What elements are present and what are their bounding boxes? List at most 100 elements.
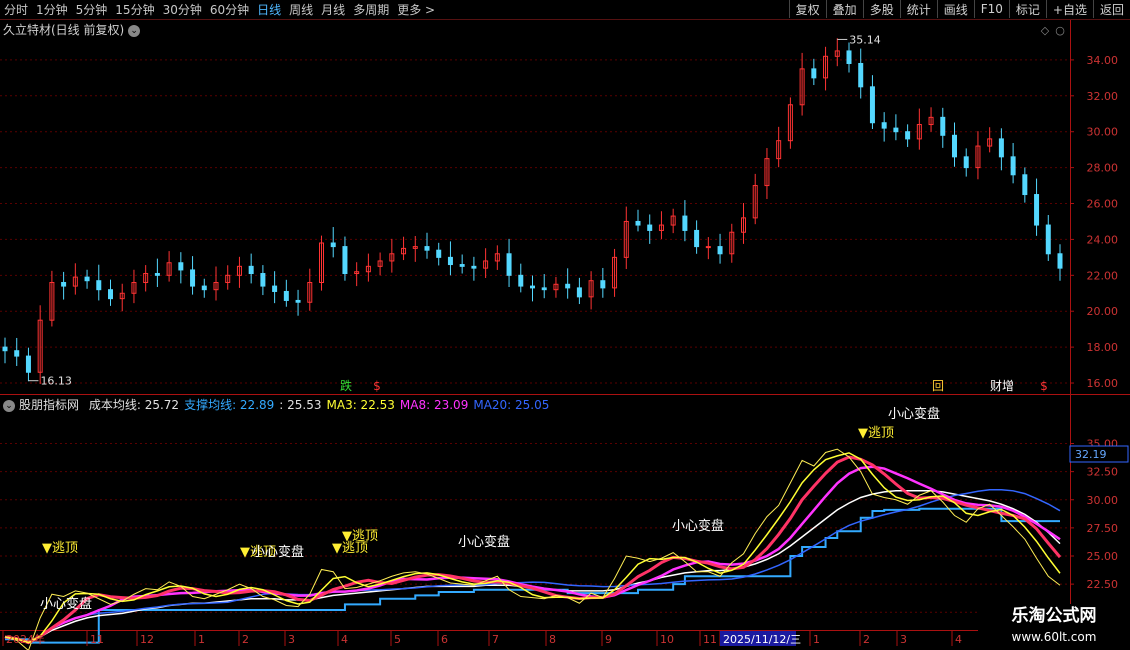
- x-axis-label: 2025/11/12/三: [723, 633, 801, 646]
- candle-body: [1045, 224, 1051, 255]
- candle-body: [471, 265, 477, 269]
- signal-annotation: 小心变盘: [458, 534, 510, 550]
- ma20-line: [4, 488, 1061, 644]
- x-axis-label: 6: [441, 633, 448, 646]
- support-line: [5, 507, 1060, 644]
- candle-body: [342, 246, 348, 275]
- candle-body: [178, 262, 184, 271]
- stock-title-text: 久立特材(日线 前复权): [3, 23, 125, 37]
- x-axis-label: 8: [549, 633, 556, 646]
- watermark-url: www.60lt.com: [1011, 630, 1097, 644]
- event-marker: 回: [932, 379, 944, 393]
- x-axis-label: 5: [394, 633, 401, 646]
- candle-body: [154, 273, 160, 276]
- candle-body: [25, 355, 31, 373]
- candle-body: [717, 246, 723, 255]
- x-axis-label: 9: [605, 633, 612, 646]
- candle-body: [963, 156, 969, 169]
- watermark: 乐淘公式网 www.60lt.com: [978, 604, 1130, 650]
- signal-annotation: 小心变盘: [252, 544, 304, 560]
- candle-body: [1034, 194, 1040, 226]
- candle-body: [893, 127, 899, 133]
- candle-body: [705, 246, 711, 249]
- candle-body: [952, 134, 957, 158]
- signal-annotation: ▼逃顶: [858, 426, 894, 441]
- x-axis-label: 10: [660, 633, 674, 646]
- ma5-ribbon: [4, 455, 1062, 645]
- indicator-tick-label: 22.50: [1087, 578, 1119, 591]
- current-value-label: 32.19: [1075, 448, 1107, 461]
- price-tick-label: 24.00: [1087, 233, 1119, 246]
- x-axis-label: 11: [90, 633, 104, 646]
- price-tick-label: 34.00: [1087, 54, 1119, 67]
- candle-body: [846, 50, 852, 64]
- stock-title: 久立特材(日线 前复权) ⌄: [3, 21, 141, 38]
- x-axis-label: 2: [242, 633, 249, 646]
- price-tick-label: 20.00: [1087, 305, 1119, 318]
- indicator-tick-label: 25.00: [1087, 550, 1119, 563]
- candle-body: [869, 86, 875, 124]
- signal-annotation: 小心变盘: [888, 406, 940, 422]
- chevron-down-icon[interactable]: ⌄: [3, 399, 15, 412]
- price-tick-label: 18.00: [1087, 341, 1119, 354]
- candle-body: [61, 281, 67, 287]
- indicator-legend-item-1: 支撑均线: 22.89: [184, 398, 275, 412]
- indicator-legend-item-4: MA8: 23.09: [399, 398, 469, 412]
- event-marker: 财增: [990, 379, 1014, 393]
- chevron-down-icon[interactable]: ⌄: [128, 24, 141, 37]
- candle-body: [811, 68, 817, 79]
- x-axis-label: 2: [863, 633, 870, 646]
- candle-body: [998, 138, 1004, 158]
- candle-body: [881, 122, 887, 129]
- event-marker: $: [373, 379, 381, 393]
- x-axis-label: 2024年: [6, 632, 45, 646]
- watermark-title: 乐淘公式网: [1011, 606, 1097, 626]
- chart-canvas: 34.00 32.00 30.00 28.00 26.00 24.00 22.00 20.00…: [0, 19, 1130, 650]
- x-axis-label: 3: [900, 633, 907, 646]
- indicator-tick-label: 30.00: [1087, 494, 1119, 507]
- indicator-tick-label: 27.50: [1087, 522, 1119, 535]
- candle-body: [530, 285, 535, 289]
- candle-body: [272, 285, 278, 292]
- candle-body: [84, 276, 90, 282]
- candle-body: [330, 242, 336, 248]
- candle-body: [506, 253, 512, 276]
- candle-body: [905, 131, 911, 140]
- candle-body: [436, 249, 442, 258]
- x-axis-label: 7: [492, 633, 499, 646]
- candle-body: [858, 62, 864, 88]
- price-tick-label: 16.00: [1087, 377, 1119, 390]
- candle-body: [682, 215, 688, 231]
- diamond-icon: ◇: [1041, 24, 1050, 37]
- x-axis-label: 4: [341, 633, 348, 646]
- x-axis-label: 4: [955, 633, 962, 646]
- candle-body: [635, 220, 641, 226]
- candle-body: [447, 256, 453, 266]
- indicator-tick-label: 32.50: [1087, 466, 1119, 479]
- circle-icon: ○: [1055, 24, 1065, 37]
- candle-body: [260, 273, 266, 287]
- price-tick-label: 30.00: [1087, 126, 1119, 139]
- indicator-legend-item-0: 成本均线: 25.72: [88, 398, 180, 412]
- event-marker: 跌: [340, 378, 352, 393]
- candle-body: [647, 224, 653, 231]
- indicator-legend-item-2: : 25.53: [279, 398, 322, 412]
- candle-body: [424, 246, 430, 251]
- candle-body: [541, 287, 547, 291]
- ma8-line: [4, 465, 1061, 644]
- candle-body: [576, 287, 582, 298]
- signal-annotation: 小心变盘: [40, 596, 92, 612]
- signal-annotation: ▼逃顶: [42, 541, 78, 556]
- signal-annotation: 小心变盘: [672, 518, 724, 534]
- candle-body: [248, 265, 254, 275]
- candle-body: [1022, 174, 1028, 196]
- close-line: [4, 448, 1061, 650]
- candle-body: [940, 116, 946, 136]
- x-axis-label: 1: [198, 633, 205, 646]
- candle-body: [1010, 156, 1016, 176]
- price-tick-label: 26.00: [1087, 198, 1119, 211]
- candle-body: [518, 274, 524, 287]
- x-axis-label: 11: [703, 633, 717, 646]
- x-axis-label: 3: [288, 633, 295, 646]
- low-price-label: 16.13: [40, 375, 72, 388]
